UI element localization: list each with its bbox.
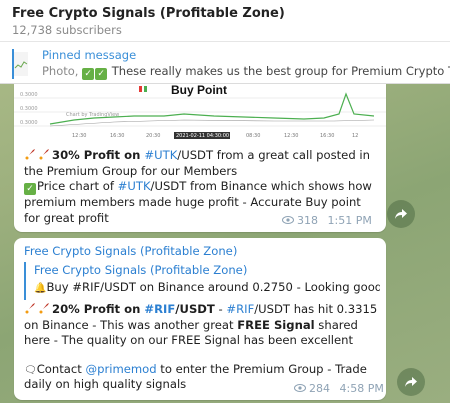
x-tick: 20:30 <box>146 133 160 139</box>
view-count: 284 <box>309 382 330 395</box>
share-button[interactable] <box>387 200 415 228</box>
share-arrow-icon <box>395 209 407 219</box>
price-chart: 0.3000 0.3000 0.3000 Buy Point Chart by … <box>14 84 386 144</box>
quote-author: Free Crypto Signals (Profitable Zone) <box>34 263 248 277</box>
x-tick: 08:30 <box>246 133 260 139</box>
bell-emoji-icon: 🔔 <box>34 283 47 294</box>
chart-watermark: Chart by TradingView <box>66 112 119 118</box>
y-tick: 0.3000 <box>20 106 38 112</box>
message-bubble[interactable]: Free Crypto Signals (Profitable Zone) Fr… <box>14 238 386 400</box>
views-icon <box>282 216 294 224</box>
message-line: Price chart of <box>37 179 118 193</box>
x-tick: 16:30 <box>110 133 124 139</box>
message-time: 4:58 PM <box>339 382 384 395</box>
message-time: 1:51 PM <box>327 214 372 227</box>
pinned-thumbnail-icon <box>14 52 28 76</box>
quote-text: 🔔Buy #RIF/USDT on Binance around 0.2750 … <box>34 279 380 296</box>
check-emoji-icon: ✓ <box>82 68 95 80</box>
hashtag-link[interactable]: #RIF <box>226 302 254 316</box>
rocket-emoji-icon <box>25 303 35 314</box>
subscriber-count: 12,738 subscribers <box>12 23 122 37</box>
message-text: 20% Profit on #RIF/USDT - #RIF/USDT has … <box>24 302 380 393</box>
buy-point-label: Buy Point <box>171 84 227 97</box>
pair-suffix: /USDT <box>175 302 215 316</box>
views-icon <box>294 384 306 392</box>
rocket-emoji-icon <box>39 303 49 314</box>
message-meta: 284 4:58 PM <box>294 382 384 395</box>
free-signal-text: FREE Signal <box>237 317 315 332</box>
rocket-emoji-icon <box>39 149 49 160</box>
profit-headline: 20% Profit on <box>52 302 145 316</box>
profit-headline: 30% Profit on <box>52 148 145 162</box>
channel-title: Free Crypto Signals (Profitable Zone) <box>12 6 285 21</box>
channel-header[interactable]: Free Crypto Signals (Profitable Zone) 12… <box>0 0 450 42</box>
hashtag-link[interactable]: #RIF <box>144 302 175 316</box>
pinned-text: These really makes us the best group for… <box>111 64 450 78</box>
x-tick: 12:30 <box>284 133 298 139</box>
pinned-prefix: Photo, <box>42 64 79 78</box>
view-count: 318 <box>297 214 318 227</box>
x-tick: 12:30 <box>72 133 86 139</box>
x-tick: 16:30 <box>320 133 334 139</box>
chart-image[interactable]: 0.3000 0.3000 0.3000 Buy Point Chart by … <box>14 84 386 144</box>
message-bubble[interactable]: 0.3000 0.3000 0.3000 Buy Point Chart by … <box>14 84 386 232</box>
y-tick: 0.3000 <box>20 92 38 98</box>
rocket-emoji-icon <box>25 149 35 160</box>
x-tick: 12 <box>352 133 358 139</box>
quote-preview: Buy #RIF/USDT on Binance around 0.2750 -… <box>46 280 380 294</box>
message-meta: 318 1:51 PM <box>282 214 372 227</box>
forwarded-author[interactable]: Free Crypto Signals (Profitable Zone) <box>24 244 237 258</box>
share-button[interactable] <box>397 368 425 396</box>
x-tick-highlight: 2021-02-11 04:30:00 <box>176 133 229 139</box>
hashtag-link[interactable]: #UTK <box>144 148 177 162</box>
pinned-label: Pinned message <box>42 48 137 62</box>
message-line: Contact <box>36 361 86 376</box>
separator: - <box>214 302 227 316</box>
reply-quote[interactable]: Free Crypto Signals (Profitable Zone) 🔔B… <box>24 262 380 300</box>
pinned-message-bar[interactable]: Pinned message Photo, ✓ ✓ These really ma… <box>0 42 450 84</box>
check-emoji-icon: ✓ <box>95 68 108 80</box>
pinned-preview: Photo, ✓ ✓ These really makes us the best… <box>42 63 450 80</box>
y-tick: 0.3000 <box>20 120 38 126</box>
check-emoji-icon: ✓ <box>24 183 36 195</box>
speech-emoji-icon: 🗨 <box>24 364 37 376</box>
hashtag-link[interactable]: #UTK <box>118 179 151 193</box>
mention-link[interactable]: @primemod <box>86 362 157 376</box>
share-arrow-icon <box>405 377 417 387</box>
